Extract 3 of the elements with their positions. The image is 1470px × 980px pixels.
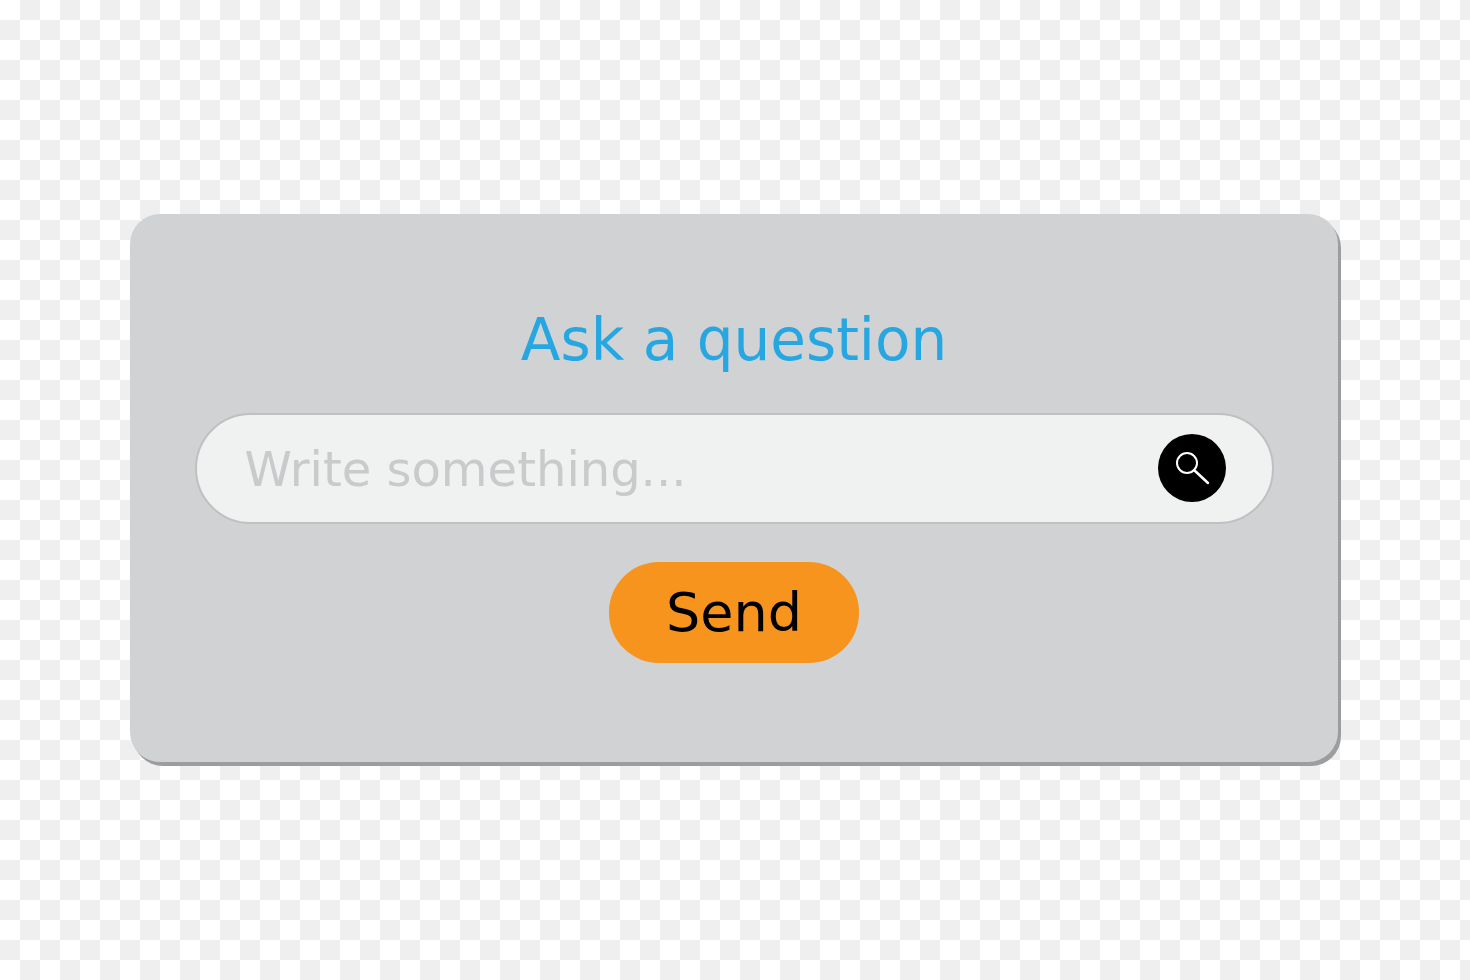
send-button[interactable]: Send [609, 562, 859, 663]
search-icon[interactable] [1157, 434, 1226, 502]
dialog-title: Ask a question [520, 305, 948, 376]
